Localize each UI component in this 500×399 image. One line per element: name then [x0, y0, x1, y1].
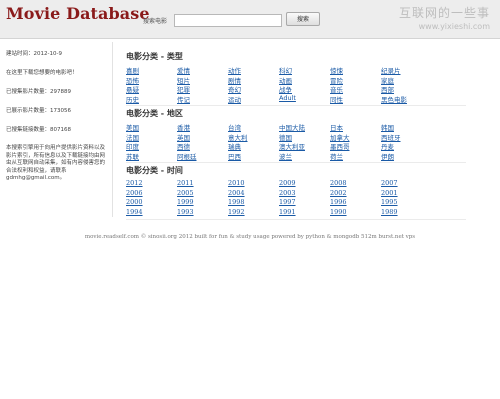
category-link[interactable]: 2001	[381, 189, 398, 197]
category-link[interactable]: 2005	[177, 189, 194, 197]
category-link[interactable]: 英国	[177, 132, 190, 142]
category-link[interactable]: 黑色电影	[381, 94, 407, 104]
section-divider	[126, 162, 466, 163]
category-link[interactable]: 德国	[279, 132, 292, 142]
category-link[interactable]: 波兰	[279, 151, 292, 161]
links-count: 已搜集链接数量：807168	[6, 127, 71, 133]
movies-shown-count: 已展示影片数量：173056	[6, 108, 71, 114]
category-link[interactable]: 墨西哥	[330, 141, 350, 151]
category-link[interactable]: 1995	[381, 198, 398, 206]
category-link[interactable]: 西班牙	[381, 132, 401, 142]
category-link[interactable]: 家庭	[381, 75, 394, 85]
section-title-genre: 电影分类 - 类型	[126, 52, 183, 61]
watermark-url: www.yixieshi.com	[418, 22, 490, 31]
category-link[interactable]: 2008	[330, 179, 347, 187]
category-link[interactable]: 短片	[177, 75, 190, 85]
category-link[interactable]: 同性	[330, 94, 343, 104]
search-label: 搜索电影	[143, 18, 168, 25]
category-link[interactable]: 西部	[381, 84, 394, 94]
site-title[interactable]: Movie Database	[6, 4, 150, 23]
category-link[interactable]: 2012	[126, 179, 143, 187]
category-link[interactable]: 纪录片	[381, 65, 401, 75]
category-link[interactable]: 1994	[126, 208, 143, 216]
watermark-text: 互联网的一些事	[398, 6, 490, 20]
category-link[interactable]: 巴西	[228, 151, 241, 161]
footer: movie.readself.com © sinosii.org 2012 bu…	[84, 234, 416, 240]
category-link[interactable]: 澳大利亚	[279, 141, 305, 151]
section-title-year: 电影分类 - 时间	[126, 166, 183, 175]
category-link[interactable]: 2007	[381, 179, 398, 187]
category-link[interactable]: 奇幻	[228, 84, 241, 94]
section-title-region: 电影分类 - 地区	[126, 109, 183, 118]
category-link[interactable]: 动作	[228, 65, 241, 75]
category-link[interactable]: 中国大陆	[279, 122, 305, 132]
category-link[interactable]: 加拿大	[330, 132, 350, 142]
watermark: 互联网的一些事 www.yixieshi.com	[399, 4, 490, 31]
sidebar: 建站时间：2012-10-9 在这里下载您想要的电影吧！ 已搜集影片数量：297…	[6, 50, 108, 194]
category-link[interactable]: 冒险	[330, 75, 343, 85]
category-link[interactable]: 香港	[177, 122, 190, 132]
category-link[interactable]: 运动	[228, 94, 241, 104]
category-link[interactable]: 2002	[330, 189, 347, 197]
category-link[interactable]: 法国	[126, 132, 139, 142]
category-link[interactable]: 恐怖	[126, 75, 139, 85]
sidebar-divider	[112, 42, 113, 217]
category-link[interactable]: 苏联	[126, 151, 139, 161]
category-link[interactable]: 喜剧	[126, 65, 139, 75]
section-divider	[126, 219, 466, 220]
category-link[interactable]: 音乐	[330, 84, 343, 94]
category-link[interactable]: 传记	[177, 94, 190, 104]
category-link[interactable]: 2000	[126, 198, 143, 206]
category-link[interactable]: 印度	[126, 141, 139, 151]
category-link[interactable]: 1993	[177, 208, 194, 216]
category-link[interactable]: Adult	[279, 94, 296, 102]
category-link[interactable]: 1998	[228, 198, 245, 206]
site-description: 本搜索引擎用于向用户提供影片资料以及影片索引，所有信息以及下载链接均由网虫从互联…	[6, 145, 106, 181]
movies-count: 已搜集影片数量：297889	[6, 89, 71, 95]
category-link[interactable]: 1999	[177, 198, 194, 206]
category-link[interactable]: 日本	[330, 122, 343, 132]
category-link[interactable]: 历史	[126, 94, 139, 104]
category-link[interactable]: 2011	[177, 179, 194, 187]
category-link[interactable]: 意大利	[228, 132, 248, 142]
category-link[interactable]: 1991	[279, 208, 296, 216]
category-link[interactable]: 悬疑	[126, 84, 139, 94]
search-input[interactable]	[174, 14, 282, 27]
category-link[interactable]: 科幻	[279, 65, 292, 75]
category-link[interactable]: 阿根廷	[177, 151, 197, 161]
category-link[interactable]: 犯罪	[177, 84, 190, 94]
category-link[interactable]: 韩国	[381, 122, 394, 132]
search-button[interactable]: 搜索	[286, 12, 320, 26]
category-link[interactable]: 1992	[228, 208, 245, 216]
category-link[interactable]: 动画	[279, 75, 292, 85]
category-link[interactable]: 美国	[126, 122, 139, 132]
category-link[interactable]: 丹麦	[381, 141, 394, 151]
category-link[interactable]: 1990	[330, 208, 347, 216]
category-link[interactable]: 西德	[177, 141, 190, 151]
category-link[interactable]: 伊朗	[381, 151, 394, 161]
category-link[interactable]: 战争	[279, 84, 292, 94]
section-divider	[126, 105, 466, 106]
category-link[interactable]: 1989	[381, 208, 398, 216]
category-link[interactable]: 1996	[330, 198, 347, 206]
category-link[interactable]: 2004	[228, 189, 245, 197]
category-link[interactable]: 2010	[228, 179, 245, 187]
category-link[interactable]: 瑞典	[228, 141, 241, 151]
category-link[interactable]: 惊悚	[330, 65, 343, 75]
site-header: Movie Database 搜索电影 搜索 互联网的一些事 www.yixie…	[0, 0, 500, 39]
category-link[interactable]: 台湾	[228, 122, 241, 132]
category-link[interactable]: 爱情	[177, 65, 190, 75]
welcome-text: 在这里下载您想要的电影吧！	[6, 70, 78, 76]
build-time: 建站时间：2012-10-9	[6, 51, 62, 57]
category-link[interactable]: 2006	[126, 189, 143, 197]
category-link[interactable]: 1997	[279, 198, 296, 206]
category-link[interactable]: 2003	[279, 189, 296, 197]
category-link[interactable]: 2009	[279, 179, 296, 187]
category-link[interactable]: 荷兰	[330, 151, 343, 161]
category-link[interactable]: 剧情	[228, 75, 241, 85]
